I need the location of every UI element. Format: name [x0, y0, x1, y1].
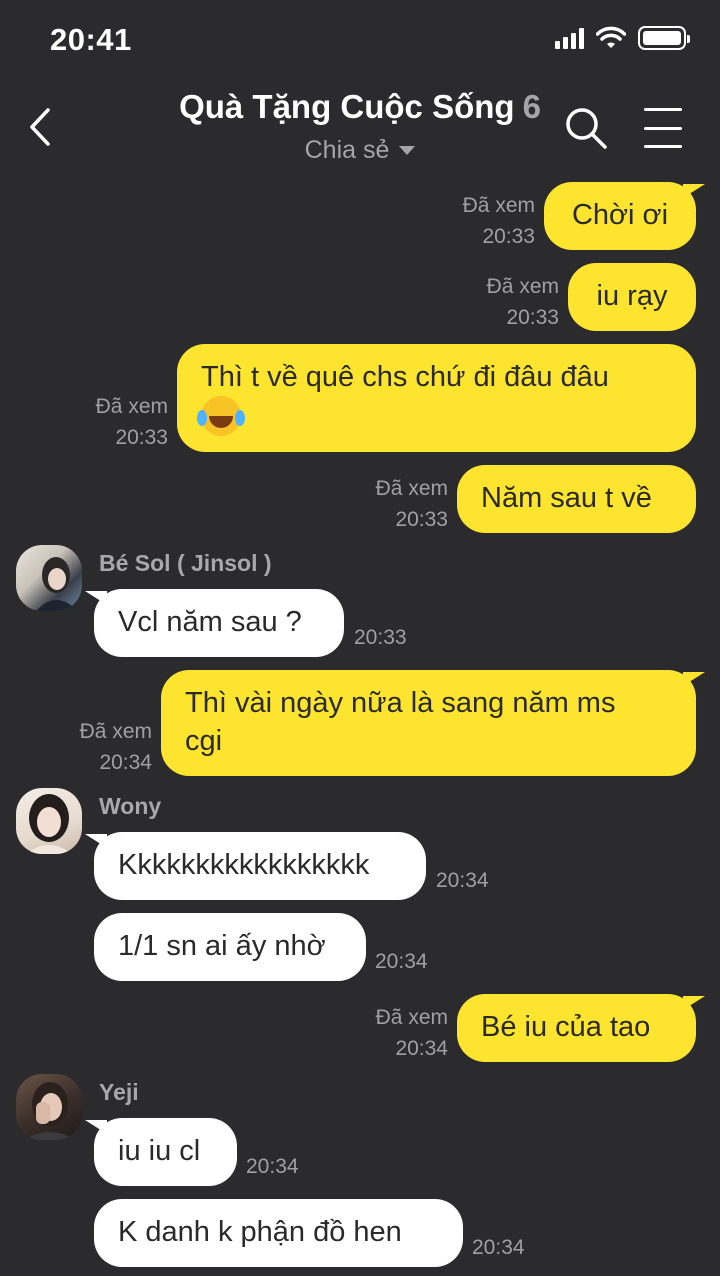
- incoming-message[interactable]: Kkkkkkkkkkkkkkkkk: [85, 832, 426, 900]
- outgoing-message[interactable]: iu rạy: [568, 263, 696, 331]
- message-time: 20:34: [99, 751, 152, 774]
- message-meta: Đã xem 20:33: [415, 190, 535, 252]
- message-text: Thì vài ngày nữa là sang năm ms: [185, 687, 616, 719]
- outgoing-message[interactable]: Thì t về quê chs chứ đi đâu đâu: [177, 344, 696, 452]
- message-time: 20:33: [482, 225, 535, 248]
- read-status: Đã xem: [95, 395, 168, 418]
- caret-down-icon: [399, 146, 416, 155]
- chat-header: Quà Tặng Cuộc Sống 6 Chia sẻ: [0, 88, 720, 165]
- read-status: Đã xem: [486, 275, 559, 298]
- message-meta: Đã xem 20:33: [328, 473, 448, 535]
- message-meta: Đã xem 20:34: [328, 1002, 448, 1064]
- message-time: 20:34: [472, 1236, 525, 1259]
- chat-title[interactable]: Quà Tặng Cuộc Sống 6: [0, 88, 720, 126]
- search-icon[interactable]: [564, 106, 608, 150]
- message-time: 20:33: [506, 306, 559, 329]
- person-photo-icon: [24, 1082, 76, 1140]
- read-status: Đã xem: [375, 477, 448, 500]
- person-photo-icon: [36, 557, 78, 611]
- chat-screen: 20:41 Quà Tặng Cuộc Sống 6 Chia sẻ Đã xem…: [0, 0, 720, 1276]
- outgoing-message[interactable]: Thì vài ngày nữa là sang năm ms cgi: [161, 670, 705, 776]
- sender-name: Yeji: [99, 1079, 139, 1105]
- incoming-message[interactable]: Vcl năm sau ?: [85, 589, 344, 657]
- message-meta: Đã xem 20:34: [32, 716, 152, 778]
- sender-name: Bé Sol ( Jinsol ): [99, 550, 272, 576]
- read-status: Đã xem: [79, 720, 152, 743]
- cellular-signal-icon: [555, 27, 584, 49]
- wifi-icon: [596, 26, 626, 48]
- status-icons: [555, 26, 690, 50]
- share-dropdown[interactable]: Chia sẻ: [305, 136, 416, 165]
- message-meta: Đã xem 20:33: [48, 391, 168, 453]
- message-text: Thì t về quê chs chứ đi đâu đâu: [201, 361, 609, 393]
- chat-name: Quà Tặng Cuộc Sống: [179, 88, 515, 125]
- member-count: 6: [522, 88, 541, 125]
- message-text: cgi: [185, 725, 223, 757]
- avatar[interactable]: [16, 545, 82, 611]
- person-photo-icon: [26, 794, 72, 854]
- outgoing-message[interactable]: Chời ơi: [544, 182, 705, 250]
- message-time: 20:33: [115, 426, 168, 449]
- message-meta: Đã xem 20:33: [439, 271, 559, 333]
- joy-emoji-icon: [197, 396, 241, 437]
- incoming-message[interactable]: 1/1 sn ai ấy nhờ: [94, 913, 366, 981]
- outgoing-message[interactable]: Bé iu của tao: [457, 994, 705, 1062]
- sender-name: Wony: [99, 793, 162, 819]
- status-time: 20:41: [50, 22, 132, 57]
- share-label: Chia sẻ: [304, 136, 390, 164]
- battery-icon: [638, 26, 690, 50]
- message-time: 20:34: [436, 869, 489, 892]
- outgoing-message[interactable]: Năm sau t về: [457, 465, 696, 533]
- message-time: 20:33: [354, 626, 407, 649]
- message-time: 20:34: [246, 1155, 299, 1178]
- avatar[interactable]: [16, 1074, 82, 1140]
- message-time: 20:33: [395, 508, 448, 531]
- incoming-message[interactable]: K danh k phận đồ hen: [94, 1199, 463, 1267]
- message-time: 20:34: [375, 950, 428, 973]
- avatar[interactable]: [16, 788, 82, 854]
- message-time: 20:34: [395, 1037, 448, 1060]
- menu-icon[interactable]: [644, 108, 682, 148]
- read-status: Đã xem: [375, 1006, 448, 1029]
- read-status: Đã xem: [462, 194, 535, 217]
- incoming-message[interactable]: iu iu cl: [85, 1118, 237, 1186]
